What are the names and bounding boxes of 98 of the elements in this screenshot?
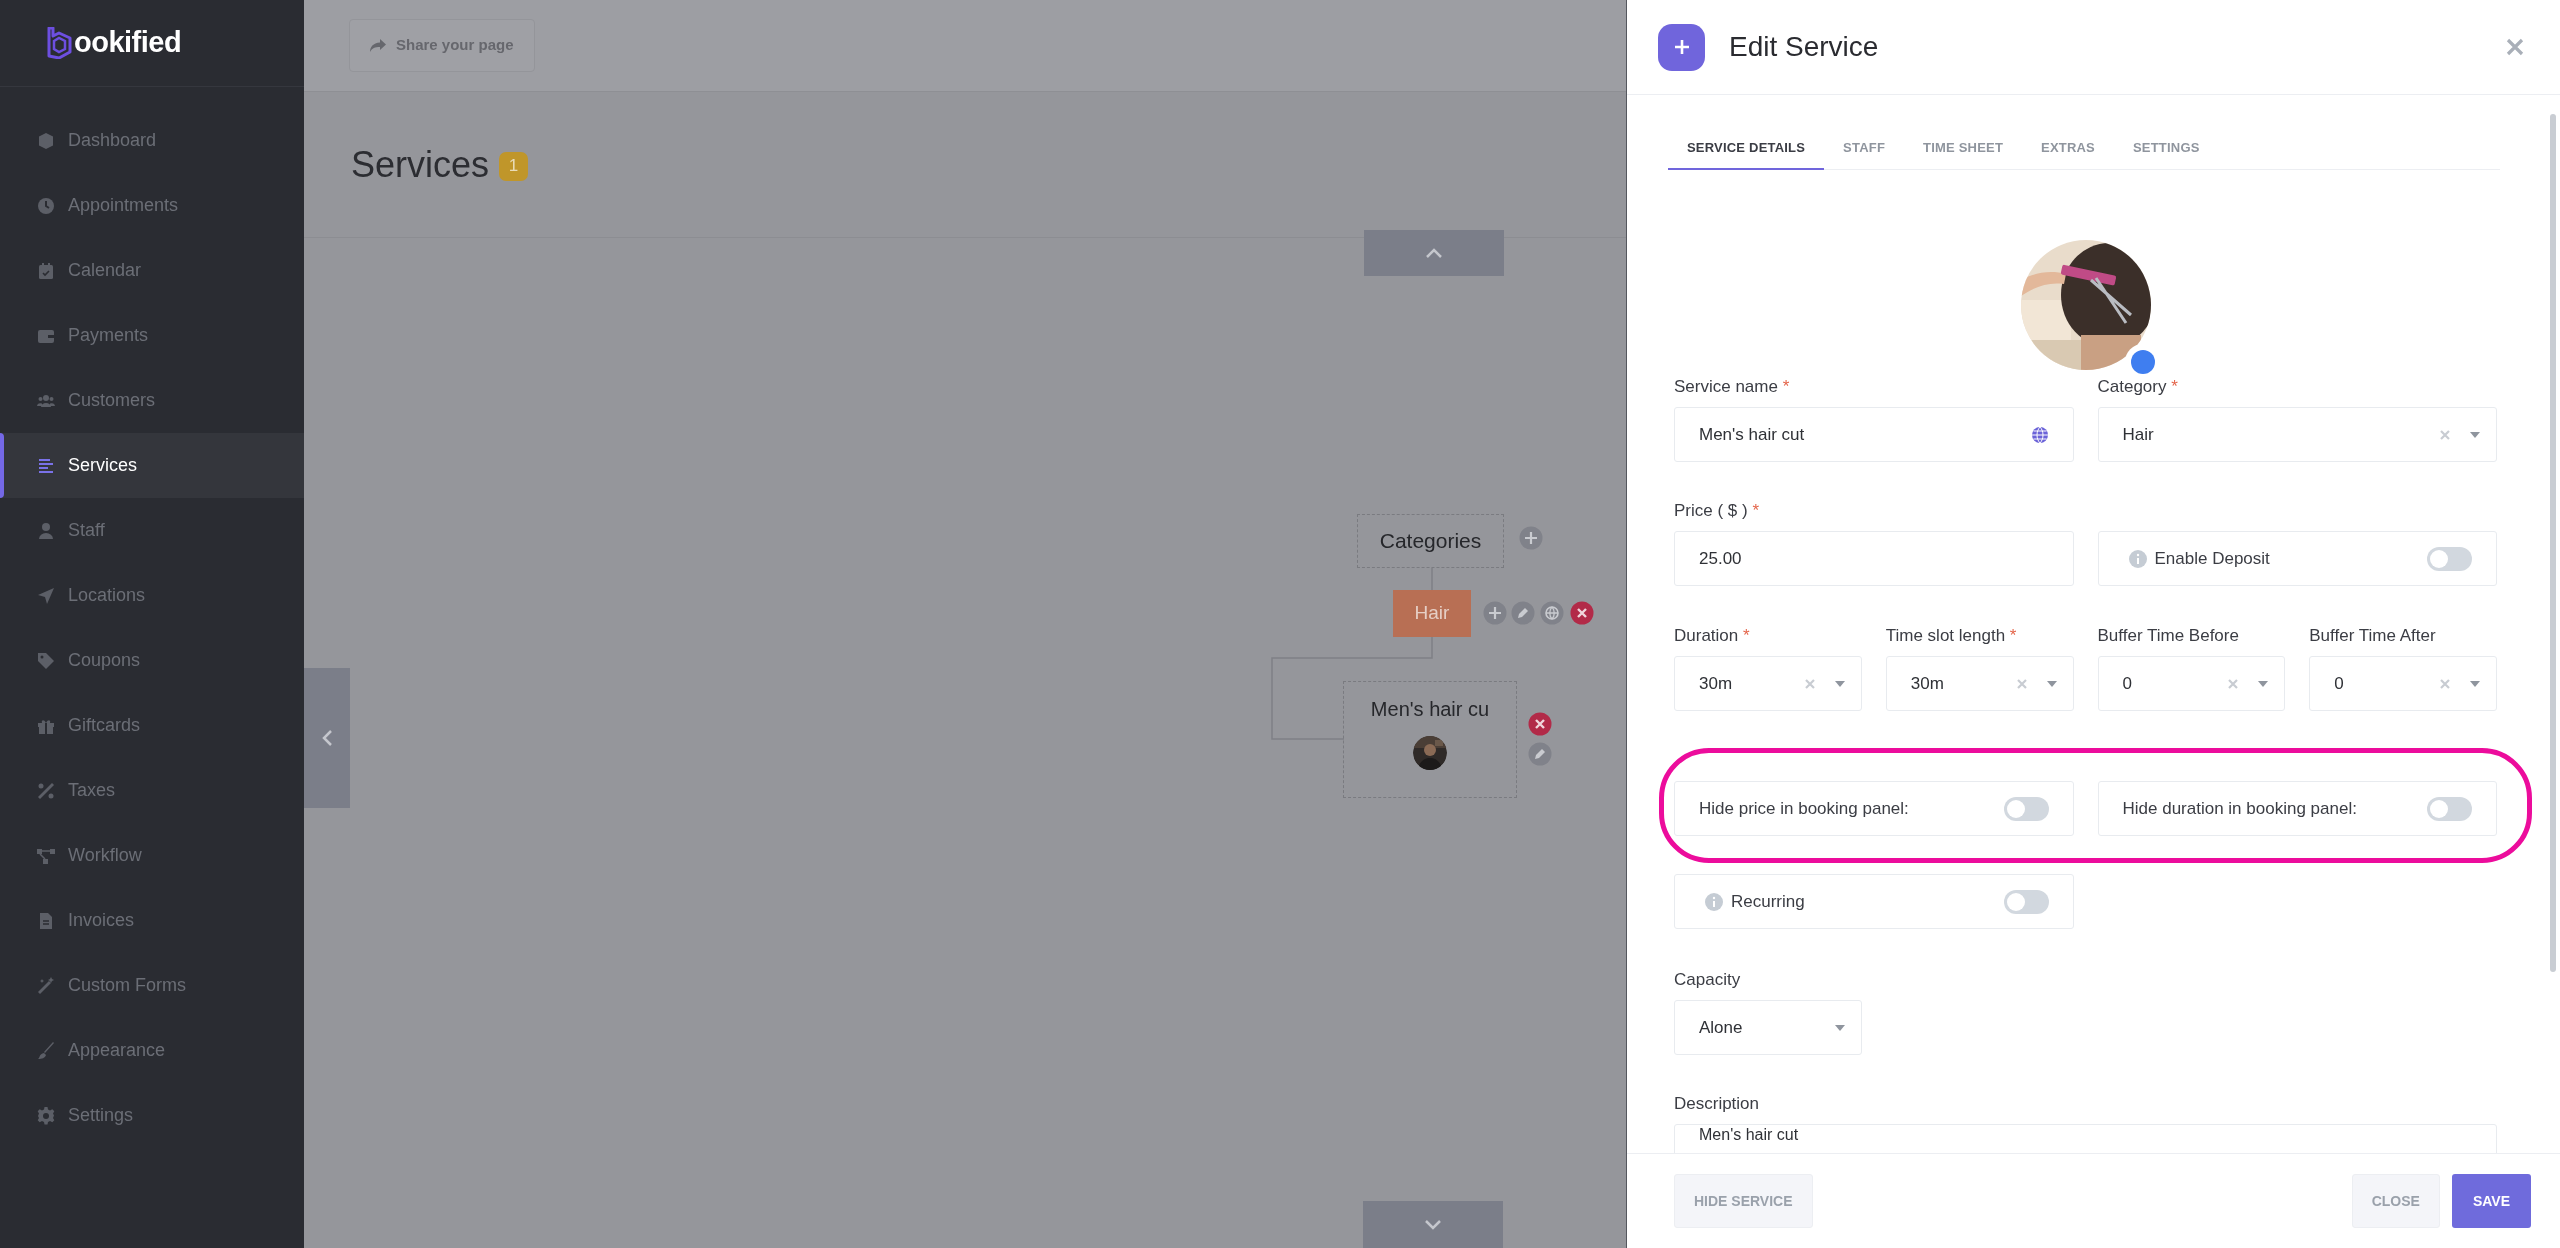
caret-icon bbox=[1834, 680, 1845, 687]
gear-icon bbox=[36, 1105, 56, 1126]
toggle-label: Recurring bbox=[1731, 890, 1806, 913]
field-label: Buffer Time After bbox=[2309, 625, 2437, 643]
field-label: Time slot length * bbox=[1885, 625, 2018, 643]
clear-icon[interactable] bbox=[2440, 429, 2450, 440]
text-field[interactable]: 25.00 bbox=[1674, 531, 2074, 586]
cube-icon bbox=[36, 130, 56, 151]
collapse-button[interactable] bbox=[304, 668, 350, 808]
sidebar-item[interactable]: Services bbox=[0, 433, 304, 498]
add-icon[interactable] bbox=[1519, 526, 1543, 550]
plus-icon bbox=[1673, 39, 1690, 55]
service-card[interactable]: Men's hair cu bbox=[1343, 681, 1517, 798]
logo-icon bbox=[46, 27, 72, 59]
logo-text: ookified bbox=[74, 25, 182, 61]
share-button[interactable]: Share your page bbox=[349, 19, 535, 72]
tab[interactable]: SETTINGS bbox=[2114, 127, 2219, 170]
share-arrow-icon bbox=[370, 38, 386, 53]
edit-icon[interactable] bbox=[1528, 742, 1552, 766]
tab[interactable]: TIME SHEET bbox=[1904, 127, 2023, 170]
sidebar-item[interactable]: Payments bbox=[0, 303, 304, 368]
toggle-switch[interactable] bbox=[2427, 546, 2472, 571]
sidebar-item[interactable]: Dashboard bbox=[0, 108, 304, 173]
panel-title: Edit Service bbox=[1729, 30, 1880, 64]
globe-icon[interactable] bbox=[1540, 601, 1564, 625]
sidebar-item[interactable]: Taxes bbox=[0, 758, 304, 823]
count-badge: 1 bbox=[499, 151, 529, 181]
clear-icon[interactable] bbox=[2228, 678, 2239, 689]
hide-service-button[interactable]: HIDE SERVICE bbox=[1674, 1174, 1813, 1228]
percent-icon bbox=[36, 780, 56, 801]
sidebar-item[interactable]: Custom Forms bbox=[0, 953, 304, 1018]
field-label: Duration * bbox=[1674, 625, 1751, 643]
field-label: Price ( $ ) * bbox=[1674, 500, 1761, 518]
tab[interactable]: EXTRAS bbox=[2022, 127, 2114, 170]
tab[interactable]: SERVICE DETAILS bbox=[1668, 127, 1825, 170]
toggle-label: Hide price in booking panel: bbox=[1699, 797, 1910, 820]
select-field[interactable]: Hair bbox=[2097, 407, 2497, 462]
calendar-icon bbox=[36, 260, 56, 281]
brush-icon bbox=[36, 1040, 56, 1061]
magic-wand-icon bbox=[36, 975, 56, 996]
toggle-label: Hide duration in booking panel: bbox=[2122, 797, 2358, 820]
delete-icon[interactable] bbox=[1528, 712, 1552, 736]
sidebar-item[interactable]: Giftcards bbox=[0, 693, 304, 758]
globe-icon[interactable] bbox=[2030, 425, 2049, 444]
field-label: Buffer Time Before bbox=[2097, 625, 2240, 643]
tag-icon bbox=[36, 650, 56, 671]
field-label: Description bbox=[1674, 1093, 1761, 1111]
field-label: Capacity bbox=[1674, 969, 1742, 987]
caret-icon bbox=[2258, 680, 2269, 687]
toggle-switch[interactable] bbox=[2003, 889, 2049, 914]
select-field[interactable]: Alone bbox=[1674, 1000, 1862, 1055]
close-button[interactable]: CLOSE bbox=[2351, 1174, 2440, 1228]
select-field[interactable]: 30m bbox=[1885, 656, 2074, 711]
field-label: Category * bbox=[2097, 376, 2179, 394]
service-name: Men's hair cu bbox=[1370, 697, 1490, 722]
category-node[interactable]: Categories bbox=[1357, 514, 1504, 568]
select-field[interactable]: 30m bbox=[1674, 656, 1862, 711]
toggle-label: Enable Deposit bbox=[2154, 547, 2271, 570]
caret-icon bbox=[2046, 680, 2057, 687]
toggle-switch[interactable] bbox=[2003, 796, 2049, 821]
sidebar-item[interactable]: Appointments bbox=[0, 173, 304, 238]
chevron-up-icon bbox=[1425, 247, 1443, 259]
toggle-switch[interactable] bbox=[2427, 796, 2472, 821]
sidebar-item[interactable]: Invoices bbox=[0, 888, 304, 953]
category-node[interactable]: Hair bbox=[1393, 590, 1471, 637]
sidebar-item[interactable]: Coupons bbox=[0, 628, 304, 693]
sidebar-item[interactable]: Locations bbox=[0, 563, 304, 628]
text-field[interactable]: Men's hair cut bbox=[1674, 407, 2074, 462]
navigation-arrow-icon bbox=[36, 585, 56, 606]
scroll-up-button[interactable] bbox=[1364, 230, 1504, 276]
clear-icon[interactable] bbox=[1804, 678, 1815, 689]
select-field[interactable]: 0 bbox=[2309, 656, 2497, 711]
edit-icon[interactable] bbox=[1511, 601, 1535, 625]
caret-icon bbox=[2470, 680, 2480, 687]
clock-icon bbox=[36, 195, 56, 216]
user-icon bbox=[36, 520, 56, 541]
page-title: Services bbox=[351, 142, 490, 187]
sidebar-item[interactable]: Calendar bbox=[0, 238, 304, 303]
scroll-down-button[interactable] bbox=[1363, 1201, 1503, 1248]
field-label: Service name * bbox=[1674, 376, 1791, 394]
add-icon[interactable] bbox=[1483, 601, 1507, 625]
clear-icon[interactable] bbox=[2440, 678, 2450, 689]
sidebar-item[interactable]: Appearance bbox=[0, 1018, 304, 1083]
clear-icon[interactable] bbox=[2016, 678, 2027, 689]
chevron-down-icon bbox=[1424, 1218, 1442, 1231]
caret-icon bbox=[2470, 431, 2480, 438]
save-button[interactable]: SAVE bbox=[2451, 1174, 2531, 1228]
delete-icon[interactable] bbox=[1570, 601, 1594, 625]
caret-icon bbox=[1834, 1024, 1845, 1031]
chevron-left-icon bbox=[321, 729, 333, 747]
sidebar-item[interactable]: Customers bbox=[0, 368, 304, 433]
tab[interactable]: STAFF bbox=[1824, 127, 1905, 170]
scrollbar[interactable] bbox=[2550, 114, 2556, 972]
sidebar-item[interactable]: Settings bbox=[0, 1083, 304, 1148]
close-icon[interactable] bbox=[2506, 38, 2524, 56]
sidebar-item[interactable]: Staff bbox=[0, 498, 304, 563]
select-field[interactable]: 0 bbox=[2097, 656, 2286, 711]
sidebar-item[interactable]: Workflow bbox=[0, 823, 304, 888]
